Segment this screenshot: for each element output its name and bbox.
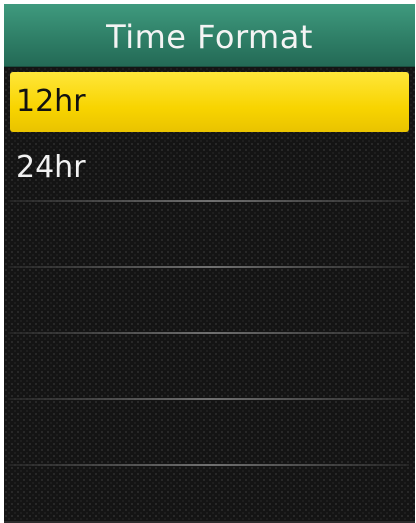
list-divider <box>10 464 409 466</box>
time-format-options-list: 12hr 24hr <box>4 66 415 523</box>
option-12hr[interactable]: 12hr <box>10 72 409 132</box>
title-bar: Time Format <box>4 4 415 67</box>
list-divider <box>10 332 409 334</box>
option-label: 12hr <box>16 84 86 119</box>
option-24hr[interactable]: 24hr <box>10 138 409 198</box>
list-divider <box>10 266 409 268</box>
device-frame: Time Format 12hr 24hr <box>0 0 416 523</box>
list-divider <box>10 200 409 202</box>
list-divider <box>10 398 409 400</box>
screen-title: Time Format <box>106 18 313 56</box>
device-screen: Time Format 12hr 24hr <box>4 4 415 523</box>
option-label: 24hr <box>16 150 86 185</box>
